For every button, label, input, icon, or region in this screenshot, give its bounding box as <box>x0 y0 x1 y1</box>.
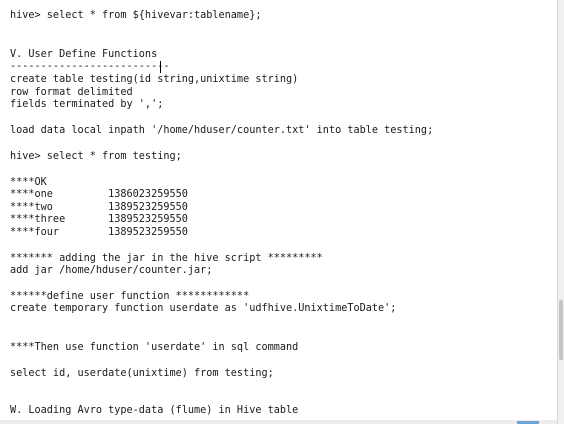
code-line: W. Loading Avro type-data (flume) in Hiv… <box>10 405 299 416</box>
code-line: V. User Define Functions <box>10 49 158 60</box>
code-line: ****four 1389523259550 <box>10 227 188 238</box>
code-line: select id, userdate(unixtime) from testi… <box>10 368 274 379</box>
code-line: ****Then use function 'userdate' in sql … <box>10 342 299 353</box>
scrollbar-thumb[interactable] <box>559 300 563 360</box>
code-line: add jar /home/hduser/counter.jar; <box>10 265 213 276</box>
horizontal-scrollbar[interactable] <box>0 420 557 424</box>
code-line: ****OK <box>10 177 47 188</box>
code-line: create table testing(id string,unixtime … <box>10 74 299 85</box>
text-cursor <box>160 61 161 73</box>
code-line: hive> select * from ${hivevar:tablename}… <box>10 10 262 21</box>
code-line: ****one 1386023259550 <box>10 189 188 200</box>
code-line: hive> select * from testing; <box>10 151 182 162</box>
code-line: ****three 1389523259550 <box>10 214 188 225</box>
vertical-scrollbar[interactable] <box>557 0 564 424</box>
code-line: create temporary function userdate as 'u… <box>10 303 397 314</box>
code-line: -------------------------- <box>10 61 170 72</box>
code-line: load data local inpath '/home/hduser/cou… <box>10 125 434 136</box>
code-line: fields terminated by ','; <box>10 99 164 110</box>
text-editor[interactable]: hive> select * from ${hivevar:tablename}… <box>0 0 557 424</box>
code-line: row format delimited <box>10 87 133 98</box>
code-line: ****two 1389523259550 <box>10 202 188 213</box>
code-line: ******* adding the jar in the hive scrip… <box>10 253 323 264</box>
code-line: ******define user function ************ <box>10 291 250 302</box>
